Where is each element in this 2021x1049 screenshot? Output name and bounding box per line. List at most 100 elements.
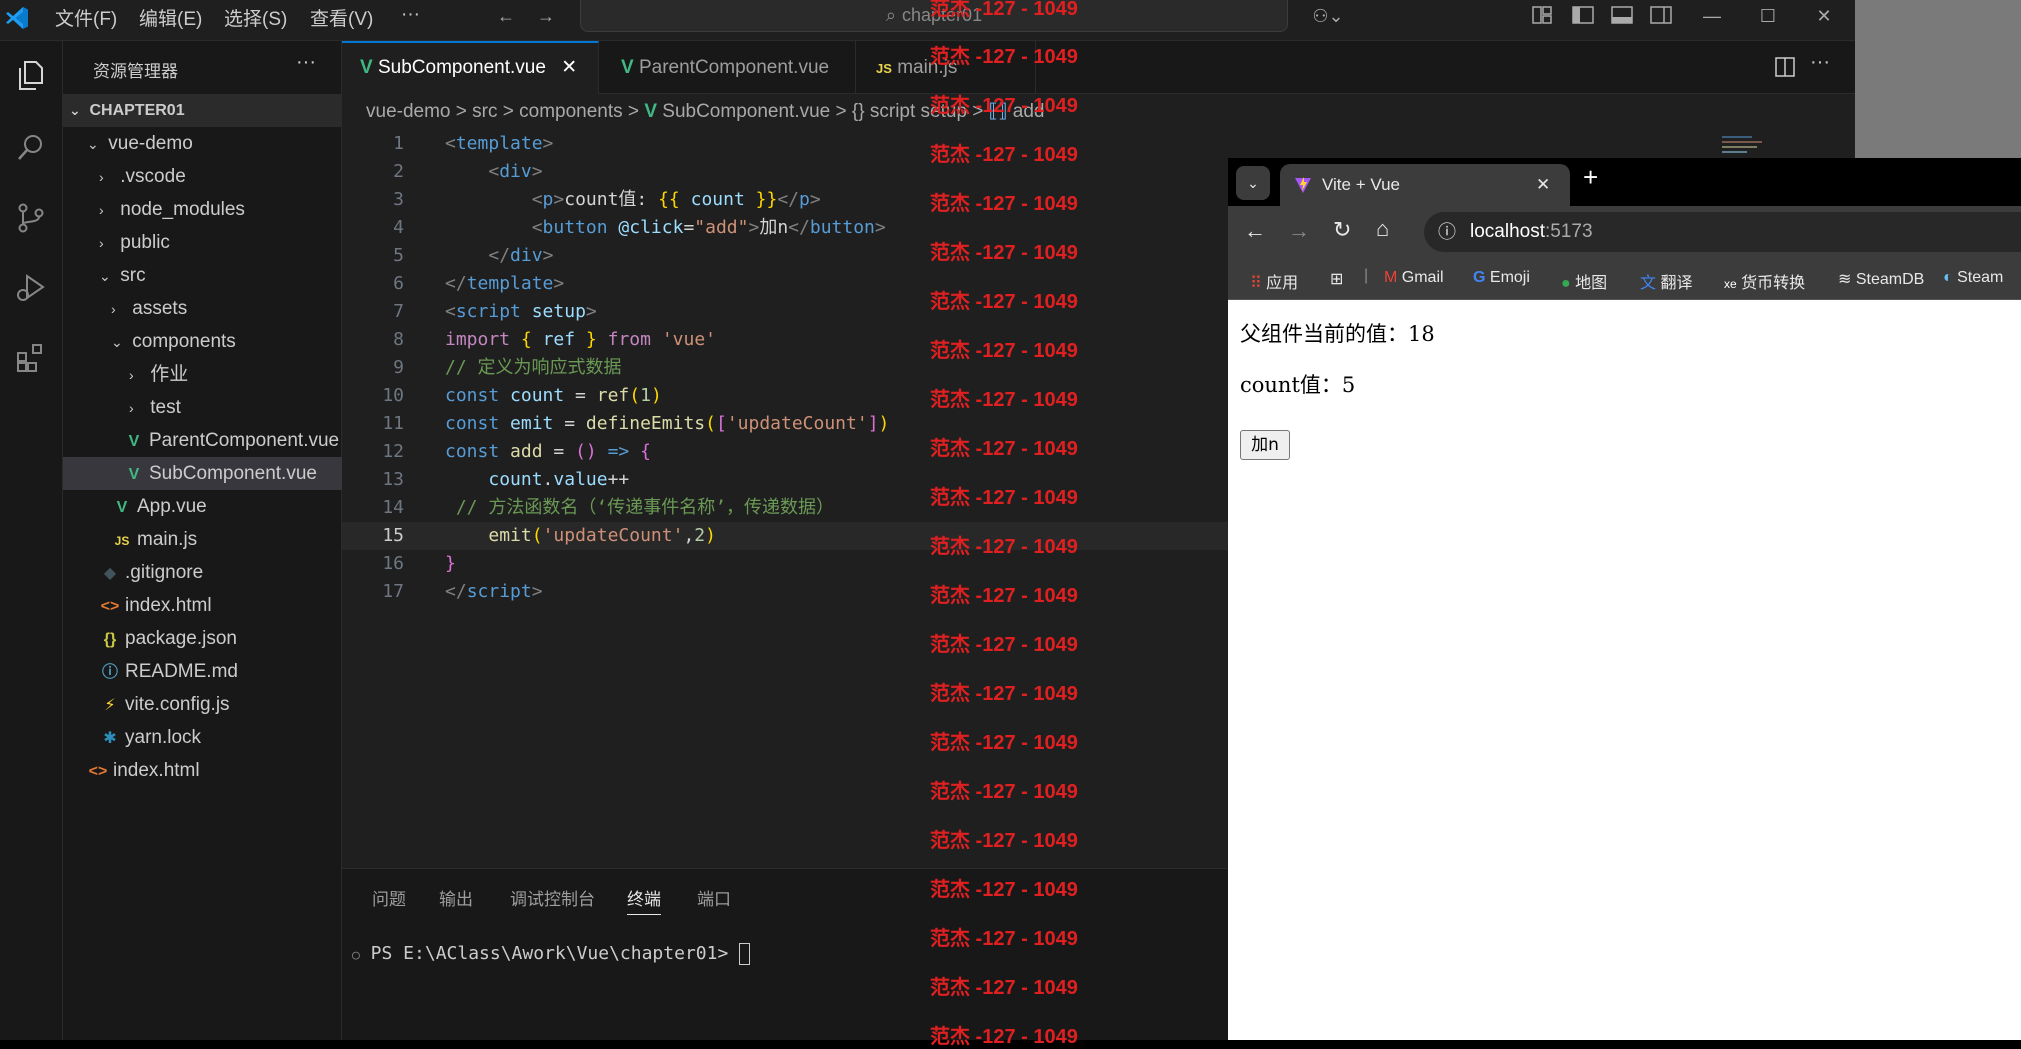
new-tab-icon[interactable]: + [1583,162,1598,193]
tree-item-parent-component[interactable]: V ParentComponent.vue [63,424,342,457]
terminal[interactable]: ○ PS E:\AClass\Awork\Vue\chapter01> [352,943,751,965]
tree-item-app-vue[interactable]: V App.vue [63,490,342,523]
breadcrumb-item[interactable]: components [519,101,623,122]
tree-item-gitignore[interactable]: ◆ .gitignore [63,556,342,589]
browser-tab[interactable]: Vite + Vue ✕ [1280,164,1570,206]
site-info-icon[interactable]: ⓘ [1438,212,1456,252]
menu-select[interactable]: 选择(S) [224,4,287,31]
explorer-more-icon[interactable]: ··· [296,51,316,74]
bookmark-label: 地图 [1575,275,1608,292]
tree-item-main-js[interactable]: JS main.js [63,523,342,556]
maximize-icon[interactable]: ☐ [1757,5,1779,27]
title-bar: 文件(F) 编辑(E) 选择(S) 查看(V) ··· ← → ⌕ chapte… [0,0,1855,41]
tree-item-root-index-html[interactable]: <> index.html [63,754,342,787]
bookmark-emoji[interactable]: G Emoji [1473,269,1530,287]
editor-more-icon[interactable]: ··· [1810,51,1830,74]
tree-item-readme[interactable]: ⓘ README.md [63,655,342,688]
tab-terminal[interactable]: 终端 [627,885,661,915]
tab-output[interactable]: 输出 [439,885,473,910]
menu-file[interactable]: 文件(F) [55,4,117,31]
split-editor-icon[interactable] [1774,56,1796,78]
tree-item-vite-config[interactable]: ⚡ vite.config.js [63,688,342,721]
tree-item-index-html[interactable]: <> index.html [63,589,342,622]
watermark: 范杰 -127 - 1049 [930,634,1078,656]
tree-item-vue-demo[interactable]: ⌄ vue-demo [63,127,342,160]
workspace-section[interactable]: ⌄ CHAPTER01 [63,94,342,127]
tree-item-public[interactable]: › public [63,226,342,259]
run-debug-icon[interactable] [14,271,48,305]
tree-label: assets [132,298,188,319]
close-tab-icon[interactable]: ✕ [561,57,577,78]
tree-item-test[interactable]: › test [63,391,342,424]
back-icon[interactable]: ← [1244,218,1266,244]
breadcrumb-item[interactable]: vue-demo [366,101,451,122]
tree-item-node-modules[interactable]: › node_modules [63,193,342,226]
reload-icon[interactable]: ↻ [1333,217,1351,243]
toggle-secondary-sidebar-icon[interactable] [1650,6,1672,24]
watermark: 范杰 -127 - 1049 [930,487,1078,509]
bookmark-steamdb[interactable]: ≋ SteamDB [1838,269,1924,289]
breadcrumb-item[interactable]: SubComponent.vue [662,101,830,122]
tree-item-assets[interactable]: › assets [63,292,342,325]
tree-item-yarn-lock[interactable]: ✱ yarn.lock [63,721,342,754]
watermark: 范杰 -127 - 1049 [930,928,1078,950]
tab-debug-console[interactable]: 调试控制台 [510,885,595,910]
vue-file-icon: V [116,499,128,516]
chevron-right-icon: › [129,400,134,416]
terminal-prompt: PS E:\AClass\Awork\Vue\chapter01> [370,943,740,964]
search-view-icon[interactable] [14,131,48,165]
tree-item-vscode[interactable]: › .vscode [63,160,342,193]
layout-customize-icon[interactable] [1532,6,1552,24]
toggle-sidebar-icon[interactable] [1572,6,1594,24]
minimize-icon[interactable]: — [1701,5,1723,27]
back-arrow-icon[interactable]: ← [495,5,517,27]
watermark: 范杰 -127 - 1049 [930,683,1078,705]
json-file-icon: {} [103,631,117,648]
address-bar[interactable]: ⓘ localhost:5173 [1424,212,2021,252]
tree-label: public [120,232,170,253]
chevron-right-icon: › [99,169,104,185]
explorer-icon[interactable] [14,58,48,92]
close-tab-icon[interactable]: ✕ [1536,164,1550,206]
source-control-icon[interactable] [14,201,48,235]
bookmark-steam[interactable]: ◐ Steam [1943,269,2003,287]
tab-search-icon[interactable]: ⌄ [1236,166,1270,200]
breadcrumb-item[interactable]: src [472,101,497,122]
menu-view[interactable]: 查看(V) [310,4,373,31]
forward-icon[interactable]: → [1288,218,1310,244]
page-content: 父组件当前的值：18 count值：5 加n [1228,300,2021,1040]
tree-item-components[interactable]: ⌄ components [63,325,342,358]
bookmark-gmail[interactable]: M Gmail [1384,269,1444,287]
tree-item-homework[interactable]: › 作业 [63,358,342,391]
tree-label: README.md [125,661,238,682]
tab-ports[interactable]: 端口 [697,885,731,910]
bookmark-grid-icon[interactable]: ⊞ [1330,269,1343,289]
toggle-panel-icon[interactable] [1611,6,1633,24]
tab-problems[interactable]: 问题 [372,885,406,910]
home-icon[interactable]: ⌂ [1376,216,1389,242]
tree-item-package-json[interactable]: {} package.json [63,622,342,655]
tree-item-sub-component[interactable]: V SubComponent.vue [63,457,342,490]
bookmark-translate[interactable]: 文 翻译 [1640,269,1692,293]
tree-label: yarn.lock [125,727,202,748]
bookmark-apps[interactable]: ⠿ 应用 [1250,269,1298,293]
tree-item-src[interactable]: ⌄ src [63,259,342,292]
menu-more[interactable]: ··· [401,4,420,26]
line-number: 6 [393,273,404,294]
close-window-icon[interactable]: ✕ [1813,5,1835,27]
line-number: 10 [382,385,404,406]
extensions-icon[interactable] [14,341,48,375]
line-number: 12 [382,441,404,462]
chevron-right-icon: › [111,301,116,317]
bookmark-currency[interactable]: xe 货币转换 [1724,269,1805,293]
bookmark-maps[interactable]: ● 地图 [1561,269,1607,293]
tab-sub-component[interactable]: V SubComponent.vue ✕ [342,41,599,94]
menu-edit[interactable]: 编辑(E) [139,4,202,31]
maps-pin-icon: ● [1561,275,1571,292]
forward-arrow-icon[interactable]: → [535,5,557,27]
yarn-file-icon: ✱ [103,730,117,747]
chevron-down-icon: ⌄ [69,102,81,118]
copilot-icon[interactable]: ⚇⌄ [1308,5,1348,27]
add-n-button[interactable]: 加n [1240,430,1290,460]
tab-parent-component[interactable]: V ParentComponent.vue [599,41,856,94]
